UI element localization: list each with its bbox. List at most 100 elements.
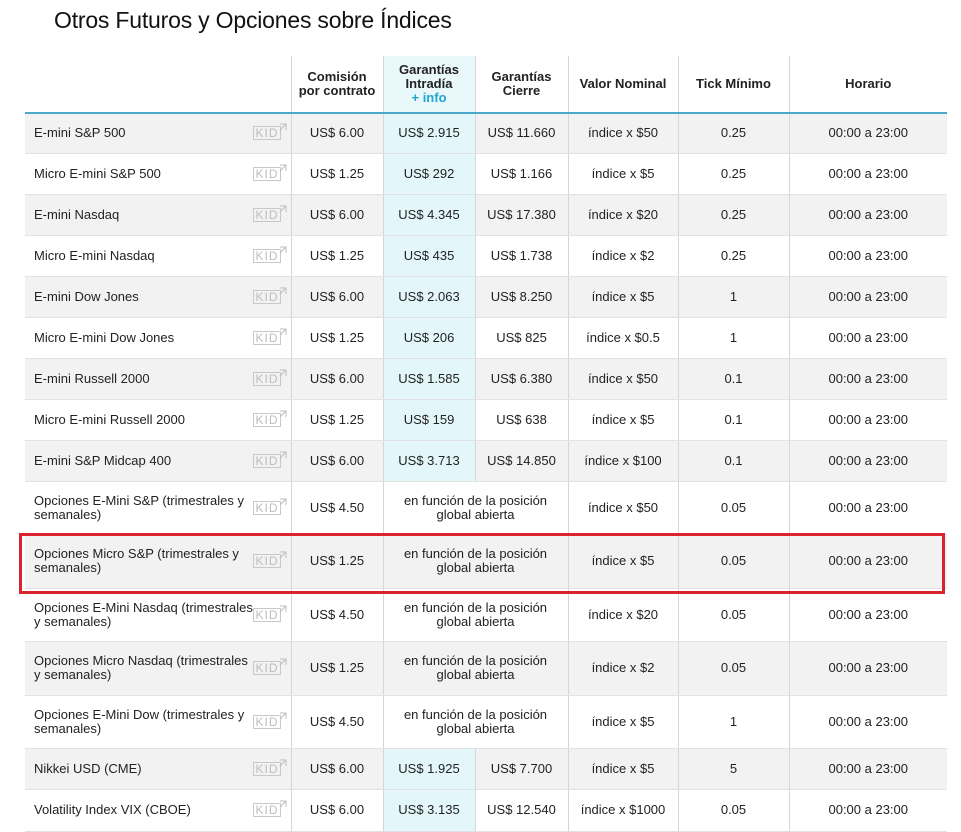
intradia-cell: US$ 1.585 bbox=[382, 358, 475, 400]
table-row: Opciones E-Mini S&P (trimestrales y sema… bbox=[25, 481, 947, 535]
futures-table: Comisión por contrato Garantías Intradía… bbox=[25, 56, 947, 832]
cierre-cell: US$ 11.660 bbox=[474, 113, 568, 154]
product-cell: Opciones Micro S&P (trimestrales y seman… bbox=[25, 534, 291, 589]
product-name: E-mini Dow Jones bbox=[34, 288, 139, 304]
product-name: Opciones E-Mini Nasdaq (trimestrales y s… bbox=[34, 599, 253, 629]
horario-cell: 00:00 a 23:00 bbox=[788, 113, 947, 154]
header-horario: Horario bbox=[788, 56, 947, 114]
header-intradia-label: Garantías Intradía bbox=[399, 62, 459, 91]
kid-document-link[interactable]: KID bbox=[253, 658, 286, 675]
table-row: Micro E-mini Russell 2000 KID US$ 1.25 US$ … bbox=[25, 399, 947, 441]
horario-cell: 00:00 a 23:00 bbox=[788, 153, 947, 195]
product-name: Micro E-mini S&P 500 bbox=[34, 165, 161, 181]
horario-cell: 00:00 a 23:00 bbox=[788, 695, 947, 749]
table-row: Volatility Index VIX (CBOE) KID US$ 6.00 US… bbox=[25, 789, 947, 832]
intradia-cell: US$ 292 bbox=[382, 153, 475, 195]
product-cell: Micro E-mini Dow Jones KID bbox=[25, 317, 291, 359]
product-cell: Micro E-mini Nasdaq KID bbox=[25, 235, 291, 277]
tick-cell: 0.05 bbox=[677, 534, 789, 589]
product-cell: E-mini Dow Jones KID bbox=[25, 276, 291, 318]
garantia-merged-cell: en función de la posición global abierta bbox=[382, 695, 568, 749]
product-cell: Opciones E-Mini Nasdaq (trimestrales y s… bbox=[25, 588, 291, 642]
more-info-link[interactable]: + info bbox=[388, 91, 471, 105]
kid-label: KID bbox=[255, 500, 279, 515]
nominal-cell: índice x $20 bbox=[567, 194, 678, 236]
comision-cell: US$ 1.25 bbox=[290, 153, 383, 195]
product-name: Opciones E-Mini Dow (trimestrales y sema… bbox=[34, 706, 245, 736]
comision-cell: US$ 1.25 bbox=[290, 534, 383, 589]
comision-cell: US$ 1.25 bbox=[290, 399, 383, 441]
nominal-cell: índice x $5 bbox=[567, 748, 678, 790]
table-row: Opciones Micro Nasdaq (trimestrales y se… bbox=[25, 641, 947, 696]
comision-cell: US$ 4.50 bbox=[290, 481, 383, 535]
nominal-cell: índice x $5 bbox=[567, 695, 678, 749]
horario-cell: 00:00 a 23:00 bbox=[788, 235, 947, 277]
horario-cell: 00:00 a 23:00 bbox=[788, 789, 947, 832]
cierre-cell: US$ 14.850 bbox=[474, 440, 568, 482]
product-name: E-mini S&P Midcap 400 bbox=[34, 452, 172, 468]
horario-cell: 00:00 a 23:00 bbox=[788, 748, 947, 790]
kid-document-link[interactable]: KID bbox=[253, 164, 286, 181]
cierre-cell: US$ 1.738 bbox=[474, 235, 568, 277]
product-name: Nikkei USD (CME) bbox=[34, 760, 142, 776]
product-cell: Volatility Index VIX (CBOE) KID bbox=[25, 789, 291, 832]
table-row: E-mini Nasdaq KID US$ 6.00 US$ 4.345 US$ 17.… bbox=[25, 194, 947, 236]
nominal-cell: índice x $1000 bbox=[567, 789, 678, 832]
horario-cell: 00:00 a 23:00 bbox=[788, 588, 947, 642]
kid-document-link[interactable]: KID bbox=[253, 205, 286, 222]
nominal-cell: índice x $100 bbox=[567, 440, 678, 482]
nominal-cell: índice x $2 bbox=[567, 235, 678, 277]
horario-cell: 00:00 a 23:00 bbox=[788, 194, 947, 236]
product-cell: Opciones E-Mini S&P (trimestrales y sema… bbox=[25, 481, 291, 535]
kid-document-link[interactable]: KID bbox=[253, 800, 286, 817]
cierre-cell: US$ 1.166 bbox=[474, 153, 568, 195]
product-cell: E-mini S&P Midcap 400 KID bbox=[25, 440, 291, 482]
kid-document-link[interactable]: KID bbox=[253, 498, 286, 515]
kid-document-link[interactable]: KID bbox=[253, 369, 286, 386]
comision-cell: US$ 1.25 bbox=[290, 235, 383, 277]
product-name: E-mini Nasdaq bbox=[34, 206, 120, 222]
tick-cell: 0.05 bbox=[677, 481, 789, 535]
tick-cell: 1 bbox=[677, 317, 789, 359]
intradia-cell: US$ 4.345 bbox=[382, 194, 475, 236]
tick-cell: 5 bbox=[677, 748, 789, 790]
kid-label: KID bbox=[255, 607, 279, 622]
tick-cell: 0.25 bbox=[677, 153, 789, 195]
cierre-cell: US$ 6.380 bbox=[474, 358, 568, 400]
product-name: Micro E-mini Nasdaq bbox=[34, 247, 155, 263]
kid-document-link[interactable]: KID bbox=[253, 246, 286, 263]
intradia-cell: US$ 2.915 bbox=[382, 113, 475, 154]
kid-document-link[interactable]: KID bbox=[253, 328, 286, 345]
kid-label: KID bbox=[255, 330, 279, 345]
product-name: Micro E-mini Russell 2000 bbox=[34, 411, 185, 427]
kid-document-link[interactable]: KID bbox=[253, 123, 286, 141]
kid-document-link[interactable]: KID bbox=[253, 451, 286, 468]
product-name: Volatility Index VIX (CBOE) bbox=[34, 802, 191, 817]
comision-cell: US$ 6.00 bbox=[290, 276, 383, 318]
horario-cell: 00:00 a 23:00 bbox=[788, 317, 947, 359]
garantia-merged-cell: en función de la posición global abierta bbox=[382, 588, 568, 642]
cierre-cell: US$ 12.540 bbox=[474, 789, 568, 832]
kid-document-link[interactable]: KID bbox=[253, 287, 286, 304]
horario-cell: 00:00 a 23:00 bbox=[788, 534, 947, 589]
intradia-cell: US$ 3.135 bbox=[382, 789, 475, 832]
kid-document-link[interactable]: KID bbox=[253, 605, 286, 622]
horario-cell: 00:00 a 23:00 bbox=[788, 481, 947, 535]
nominal-cell: índice x $5 bbox=[567, 534, 678, 589]
kid-document-link[interactable]: KID bbox=[253, 759, 286, 776]
header-nominal: Valor Nominal bbox=[567, 56, 678, 114]
product-cell: Micro E-mini S&P 500 KID bbox=[25, 153, 291, 195]
table-row: Nikkei USD (CME) KID US$ 6.00 US$ 1.925 US$ … bbox=[25, 748, 947, 790]
kid-document-link[interactable]: KID bbox=[253, 712, 286, 729]
horario-cell: 00:00 a 23:00 bbox=[788, 641, 947, 696]
comision-cell: US$ 4.50 bbox=[290, 588, 383, 642]
product-cell: E-mini Nasdaq KID bbox=[25, 194, 291, 236]
kid-label: KID bbox=[255, 166, 279, 181]
product-cell: Opciones Micro Nasdaq (trimestrales y se… bbox=[25, 641, 291, 696]
table-row: E-mini S&P Midcap 400 KID US$ 6.00 US$ 3.71… bbox=[25, 440, 947, 482]
kid-label: KID bbox=[255, 714, 279, 729]
tick-cell: 0.05 bbox=[677, 588, 789, 642]
kid-document-link[interactable]: KID bbox=[253, 410, 286, 427]
kid-document-link[interactable]: KID bbox=[253, 551, 286, 568]
tick-cell: 1 bbox=[677, 695, 789, 749]
